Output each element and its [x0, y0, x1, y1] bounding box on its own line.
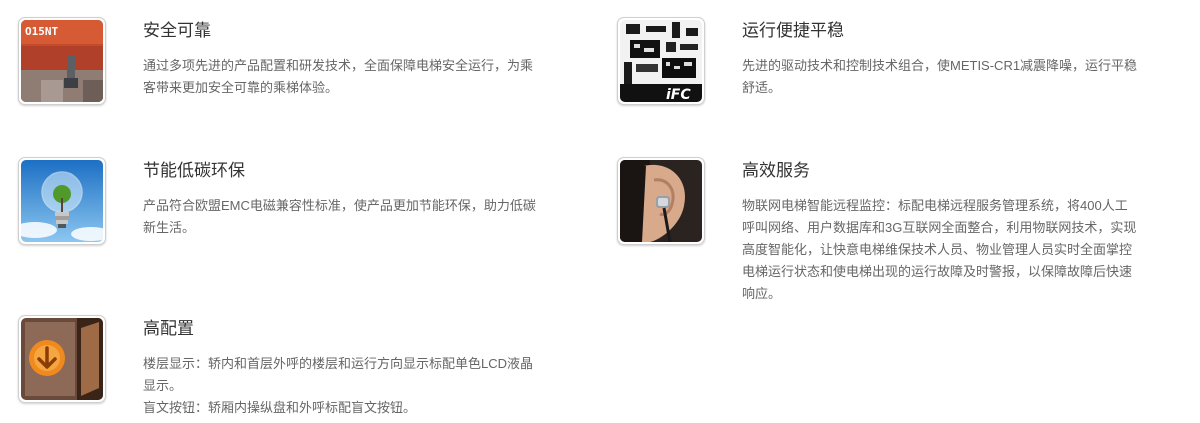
feature-description: 产品符合欧盟EMC电磁兼容性标准，使产品更加节能环保，助力低碳 新生活。: [143, 198, 536, 235]
feature-description: 楼层显示：轿内和首层外呼的楼层和运行方向显示标配单色LCD液晶 显示。 盲文按钮…: [143, 356, 534, 415]
earpiece-icon: [620, 160, 702, 242]
feature-title: 节能低碳环保: [143, 161, 245, 180]
eco-light-bulb-icon: [21, 160, 103, 242]
feature-safety: O15NT 安全可靠 通过多项先进的产品配置和研发技术，全面保障电梯安全运行，为…: [18, 17, 533, 107]
feature-description: 先进的驱动技术和控制技术组合，使METIS-CR1减震降噪，运行平稳 舒适。: [742, 58, 1138, 95]
feature-efficient-service: 高效服务 物联网电梯智能远程监控：标配电梯远程服务管理系统，将400人工 呼叫网…: [617, 157, 1177, 302]
board-label: iFC: [666, 87, 691, 102]
panel-label: O15NT: [25, 25, 58, 38]
feature-smooth-running: iFC 运行便捷平稳 先进的驱动技术和控制技术组合，使METIS-CR1减震降噪…: [617, 17, 1177, 107]
feature-description: 物联网电梯智能远程监控：标配电梯远程服务管理系统，将400人工 呼叫网络、用户数…: [742, 198, 1137, 301]
feature-description: 通过多项先进的产品配置和研发技术，全面保障电梯安全运行，为乘 客带来更加安全可靠…: [143, 58, 534, 95]
feature-image: iFC: [617, 17, 705, 105]
feature-title: 高效服务: [742, 161, 810, 180]
feature-image: [18, 315, 106, 403]
feature-energy-saving: 节能低碳环保 产品符合欧盟EMC电磁兼容性标准，使产品更加节能环保，助力低碳 新…: [18, 157, 578, 247]
feature-title: 安全可靠: [143, 21, 211, 40]
feature-image: [18, 157, 106, 245]
feature-image: [617, 157, 705, 245]
elevator-call-button-icon: [21, 318, 103, 400]
feature-title: 运行便捷平稳: [742, 21, 844, 40]
feature-title: 高配置: [143, 319, 194, 338]
elevator-control-panel-icon: O15NT: [21, 20, 103, 102]
feature-image: O15NT: [18, 17, 106, 105]
feature-high-configuration: 高配置 楼层显示：轿内和首层外呼的楼层和运行方向显示标配单色LCD液晶 显示。 …: [18, 315, 578, 415]
circuit-board-icon: iFC: [620, 20, 702, 102]
